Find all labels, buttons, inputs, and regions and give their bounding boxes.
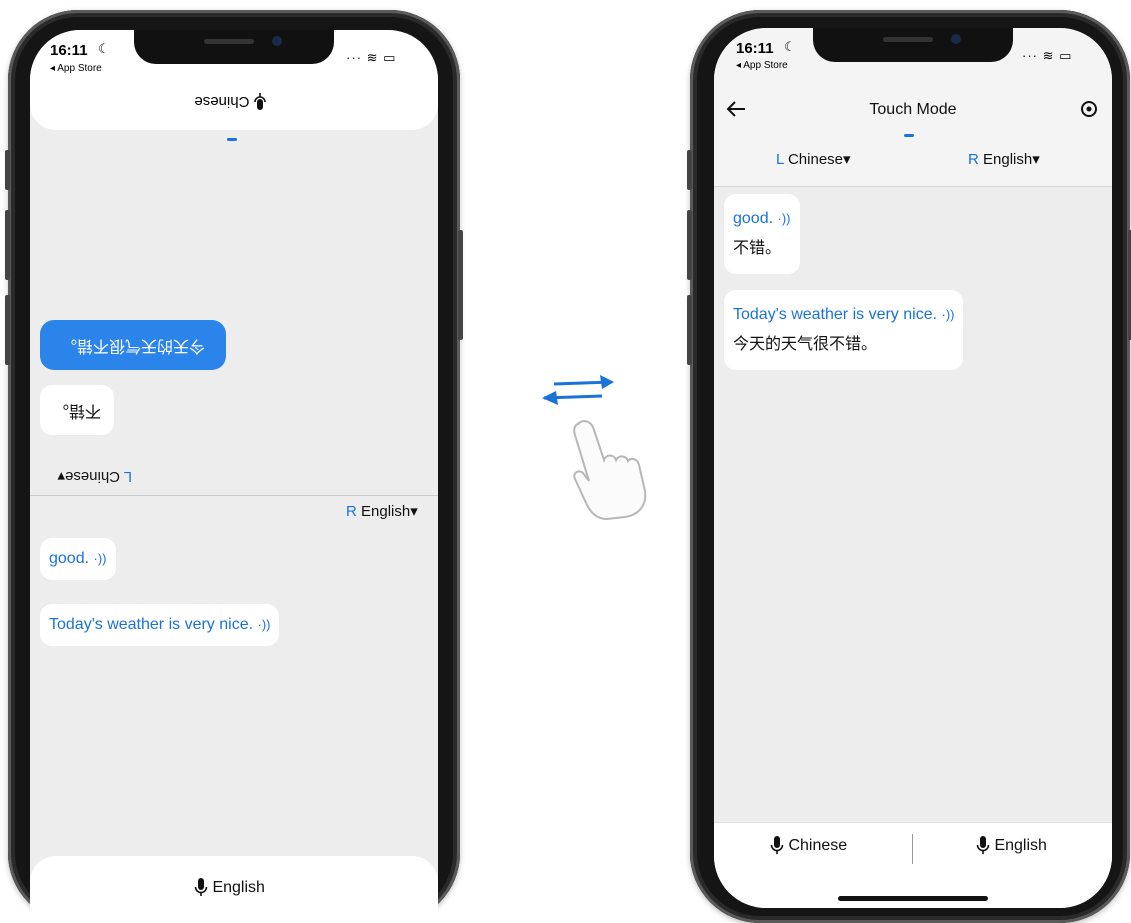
speak-english-button[interactable]: English — [976, 836, 1047, 856]
message-weather: Today's weather is very nice. ·)) — [40, 604, 280, 646]
home-indicator — [838, 896, 988, 901]
left-screen: 16:11 ☾ ◂ App Store ··· ≋ ▭ Chinese 今天的天… — [30, 30, 438, 923]
moon-icon: ☾ — [98, 41, 110, 56]
page-indicator — [227, 138, 237, 141]
mic-icon — [976, 836, 990, 854]
status-icons: ··· ≋ ▭ — [346, 50, 397, 65]
flipped-message-text: 今天的天气很不错。 — [61, 337, 206, 354]
speaker-icon[interactable]: ·)) — [94, 551, 107, 566]
message-good: good. ·)) — [40, 538, 116, 580]
bottom-language-selector[interactable]: R English▾ — [346, 502, 418, 520]
speaker-icon[interactable]: ·)) — [257, 617, 270, 632]
left-language-selector[interactable]: L Chinese▾ — [776, 150, 851, 168]
flipped-white-bubble: 不错。 — [40, 385, 114, 435]
speak-chinese-button[interactable]: Chinese — [770, 836, 847, 856]
status-icons: ··· ≋ ▭ — [1022, 48, 1073, 63]
settings-icon[interactable] — [1080, 100, 1098, 123]
message-good: good. ·)) 不错。 — [724, 194, 800, 274]
message-weather: Today's weather is very nice. ·)) 今天的天气很… — [724, 290, 964, 370]
top-language-button[interactable]: Chinese — [180, 86, 280, 110]
button-divider — [912, 834, 913, 864]
mic-icon — [770, 836, 784, 854]
tap-hand-icon — [560, 414, 650, 529]
notch — [813, 28, 1013, 62]
top-language-label: Chinese — [194, 93, 250, 110]
flipped-blue-bubble: 今天的天气很不错。 — [40, 320, 226, 370]
flipped-message-text: 不错。 — [53, 402, 102, 419]
mic-icon — [194, 878, 208, 896]
status-time: 16:11 — [50, 42, 88, 59]
back-to-app-store[interactable]: ◂ App Store — [50, 63, 102, 74]
speaker-icon[interactable]: ·)) — [778, 211, 791, 226]
swap-arrows-icon[interactable] — [540, 372, 616, 413]
moon-icon: ☾ — [784, 39, 796, 54]
speaker-icon[interactable]: ·)) — [941, 307, 954, 322]
left-phone: 16:11 ☾ ◂ App Store ··· ≋ ▭ Chinese 今天的天… — [5, 10, 463, 923]
notch — [134, 30, 334, 64]
right-phone: 16:11 ☾ ◂ App Store ··· ≋ ▭ Touch Mode L… — [687, 10, 1131, 923]
divider — [30, 495, 438, 496]
page-indicator — [904, 134, 914, 137]
status-time: 16:11 — [736, 40, 774, 57]
mic-icon — [253, 92, 266, 110]
back-to-app-store[interactable]: ◂ App Store — [736, 60, 788, 71]
right-screen: 16:11 ☾ ◂ App Store ··· ≋ ▭ Touch Mode L… — [714, 28, 1112, 908]
page-title: Touch Mode — [869, 101, 957, 118]
bottom-language-button[interactable]: English — [194, 878, 265, 898]
top-language-selector[interactable]: L Chinese▾ — [40, 466, 132, 486]
right-language-selector[interactable]: R English▾ — [968, 150, 1040, 168]
